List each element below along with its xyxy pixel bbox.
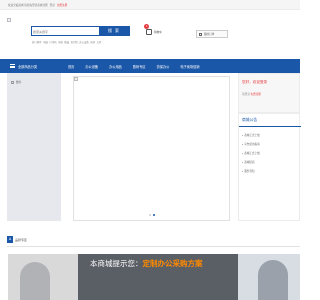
cart-label: 购物车 — [154, 31, 162, 34]
nav-item-electronics-promo[interactable]: 电子卖场促销 — [180, 64, 199, 69]
brand-section-heading: A 品牌专区 — [7, 236, 27, 243]
nav-item-labor-office[interactable]: 劳保办公 — [157, 64, 170, 69]
brand-icon: A — [7, 236, 13, 243]
announcement-text: 商城招商 — [244, 161, 255, 164]
hotword[interactable]: 电源 — [58, 40, 63, 44]
login-link[interactable]: 登录 — [50, 3, 55, 7]
site-logo[interactable] — [7, 18, 11, 22]
nav-item-home[interactable]: 首页 — [68, 64, 74, 69]
top-utility-bar: 欢迎光临商城 请您先登录商城注册 登录 免费注册 — [0, 0, 300, 10]
search-box: 搜 索 — [31, 26, 130, 36]
announcement-item[interactable]: 商城正式上线 — [242, 131, 260, 140]
announcement-item[interactable]: 商城招商 — [242, 158, 260, 167]
category-panel: 数码 — [7, 73, 61, 221]
welcome-text: 欢迎光临商城 请您先登录商城注册 — [8, 4, 48, 7]
bullet-icon — [242, 152, 244, 155]
nav-item-office-supplies[interactable]: 办公用品 — [109, 64, 122, 69]
main-nav: 全部商品分类 首页 办公设备 办公用品 数码专区 劳保办公 电子卖场促销 — [0, 59, 300, 73]
hotword[interactable]: 耗材 — [90, 40, 95, 44]
bullet-icon — [242, 170, 244, 173]
login-subtext: 请登录 免费注册 — [242, 92, 261, 96]
hotword[interactable]: 办公设备 — [79, 40, 89, 44]
hotword[interactable]: 打印机 — [49, 40, 56, 44]
announcements-header: 商城公告 — [239, 114, 301, 127]
nav-item-digital[interactable]: 数码专区 — [133, 64, 146, 69]
promo-highlight: 定制办公采购方案 — [142, 259, 203, 268]
all-categories-label: 全部商品分类 — [18, 64, 38, 69]
register-link[interactable]: 免费注册 — [251, 93, 261, 96]
nav-item-office-equipment[interactable]: 办公设备 — [85, 64, 98, 69]
announcements-title: 商城公告 — [242, 117, 258, 122]
order-icon — [199, 32, 202, 36]
hotword: 热门搜索 — [32, 41, 42, 44]
category-icon — [11, 80, 14, 84]
login-greeting: 您好，欢迎登录 — [242, 80, 268, 84]
all-categories-button[interactable]: 全部商品分类 — [7, 59, 60, 73]
announcement-item[interactable]: 商城正式上线 — [242, 149, 260, 158]
hotword[interactable]: 复印纸 — [71, 40, 78, 44]
announcement-item[interactable]: 服务须知 — [242, 167, 260, 176]
carousel-dot-active[interactable] — [153, 214, 155, 216]
announcement-text: 平台使用指南 — [244, 143, 260, 146]
announcement-text: 服务须知 — [244, 170, 255, 173]
hero-banner[interactable] — [73, 76, 230, 221]
menu-icon — [10, 64, 15, 68]
broken-image-icon — [74, 77, 78, 81]
hotword[interactable]: 硒鼓 — [64, 40, 69, 44]
my-orders-button[interactable]: 我的订单 — [196, 30, 228, 38]
category-item[interactable]: 数码 — [7, 75, 61, 89]
brand-divider — [7, 246, 300, 247]
announcement-item[interactable]: 平台使用指南 — [242, 140, 260, 149]
hotword[interactable]: 电脑 — [43, 40, 48, 44]
carousel-dots — [149, 214, 155, 216]
hotword[interactable]: 文具 — [97, 40, 102, 44]
cart-count-badge: 0 — [144, 24, 149, 29]
promo-prefix: 本商城提示您： — [90, 259, 143, 268]
cart-icon: 0 — [144, 24, 152, 35]
search-input[interactable] — [33, 28, 100, 35]
announcements-list: 商城正式上线 平台使用指南 商城正式上线 商城招商 服务须知 — [242, 131, 260, 176]
register-link[interactable]: 免费注册 — [57, 3, 67, 7]
announcement-text: 商城正式上线 — [244, 152, 260, 155]
announcements-panel: 商城公告 商城正式上线 平台使用指南 商城正式上线 商城招商 服务须知 — [238, 113, 301, 221]
hot-search-words: 热门搜索 电脑 打印机 电源 硒鼓 复印纸 办公设备 耗材 文具 — [32, 40, 101, 44]
promo-person-image-2 — [258, 260, 288, 300]
promo-person-image — [20, 262, 50, 300]
bullet-icon — [242, 134, 244, 137]
search-button[interactable]: 搜 索 — [99, 27, 129, 35]
carousel-dot[interactable] — [149, 214, 151, 216]
bullet-icon — [242, 161, 244, 164]
promo-text: 本商城提示您：定制办公采购方案 — [90, 258, 203, 269]
promo-banner[interactable]: 本商城提示您：定制办公采购方案 — [8, 254, 300, 300]
cart-button[interactable]: 0 购物车 — [144, 24, 162, 36]
my-orders-label: 我的订单 — [204, 33, 215, 36]
login-box: 您好，欢迎登录 请登录 免费注册 — [238, 73, 300, 113]
category-label: 数码 — [16, 81, 22, 84]
bullet-icon — [242, 143, 244, 146]
brand-section-label: 品牌专区 — [15, 237, 28, 242]
login-link[interactable]: 请登录 — [242, 93, 250, 96]
announcement-text: 商城正式上线 — [244, 134, 260, 137]
